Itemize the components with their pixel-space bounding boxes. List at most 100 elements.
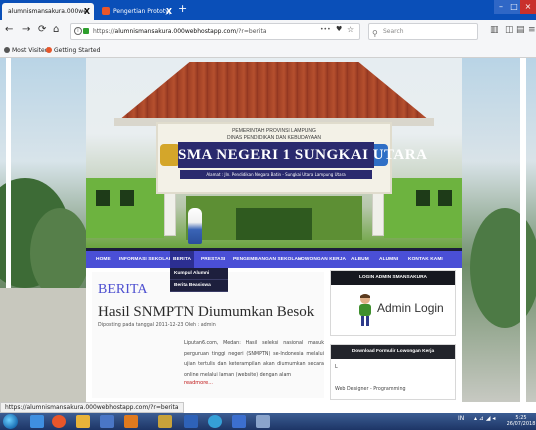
start-button[interactable] [3, 414, 18, 429]
status-link-preview: https://alumnismansakura.000webhostapp.c… [0, 402, 184, 413]
tab-prototyping[interactable]: Pengertian Prototyping Model X [96, 3, 176, 20]
main-content: BERITA Hasil SNMPTN Diumumkan Besok Dipo… [86, 268, 462, 402]
widget-heading: Download Formulir Lowongan Kerja [331, 345, 455, 359]
school-header-image: PEMERINTAH PROVINSI LAMPUNG DINAS PENDID… [86, 58, 462, 248]
menu-item-alumni[interactable]: ALUMNI [379, 251, 398, 268]
system-clock[interactable]: 5:25 26/07/2018 [506, 415, 536, 427]
berita-dropdown: Kumpul Alumni Berita Beasiswa [170, 268, 228, 292]
search-input[interactable]: ⚲ Search [368, 23, 478, 40]
app-icon[interactable] [232, 415, 246, 428]
close-window-button[interactable]: × [520, 0, 536, 14]
explorer-icon[interactable] [256, 415, 270, 428]
new-tab-button[interactable]: + [178, 2, 187, 15]
pocket-icon[interactable]: ♥ [336, 25, 342, 33]
post-title[interactable]: Hasil SNMPTN Diumumkan Besok [98, 304, 314, 321]
firefox-icon [46, 46, 52, 53]
bookmark-star-icon[interactable]: ☆ [347, 25, 354, 34]
sign-line-1: PEMERINTAH PROVINSI LAMPUNG [232, 128, 316, 134]
url-host: alumnismansakura.000webhostapp.com [114, 28, 237, 35]
word-icon[interactable] [184, 415, 198, 428]
search-placeholder: Search [383, 28, 404, 35]
dropdown-item-berita-beasiswa[interactable]: Berita Beasiswa [170, 280, 228, 292]
vacancy-widget: Download Formulir Lowongan Kerja L Web D… [330, 344, 456, 400]
readmore-link[interactable]: readmore... [184, 380, 213, 386]
section-title: BERITA [98, 282, 148, 297]
school-name: SMA NEGERI 1 SUNGKAI UTARA [178, 142, 427, 168]
main-menu: HOME INFORMASI SEKOLAH BERITA PRESTASI P… [86, 248, 462, 268]
home-icon[interactable]: ⌂ [53, 24, 59, 35]
url-bar[interactable]: i https://alumnismansakura.000webhostapp… [70, 23, 360, 40]
menu-item-lowongan-kerja[interactable]: LOWONGAN KERJA [298, 251, 346, 268]
windows-taskbar: IN ▴ ⊿ ◢ ◂ 5:25 26/07/2018 [0, 413, 536, 430]
dropdown-item-kumpul-alumni[interactable]: Kumpul Alumni [170, 268, 228, 280]
screen: alumnismansakura.000webhostapp.c X Penge… [0, 0, 536, 430]
folder-icon[interactable] [76, 415, 90, 428]
login-widget: LOGIN ADMIN SMANSAKURA Admin Login [330, 270, 456, 336]
window-shape [416, 190, 430, 206]
ground-shape [0, 288, 86, 402]
person-figure [188, 208, 202, 244]
admin-login-link[interactable]: Admin Login [377, 301, 444, 315]
reader-icon[interactable]: ▤ [516, 25, 525, 35]
media-icon[interactable] [100, 415, 114, 428]
player-icon[interactable] [124, 415, 138, 428]
browser-icon[interactable] [208, 415, 222, 428]
paint-icon[interactable] [158, 415, 172, 428]
school-address: Alamat : Jln. Pendidikan Negara Batin - … [180, 170, 372, 179]
menu-item-kontak-kami[interactable]: KONTAK KAMI [408, 251, 443, 268]
bookmark-label: Getting Started [54, 47, 101, 54]
post-meta: Diposting pada tanggal 2011-12-23 Oleh :… [98, 323, 216, 328]
menu-item-berita[interactable]: BERITA [170, 251, 195, 268]
browser-tab-bar: alumnismansakura.000webhostapp.c X Penge… [0, 0, 536, 20]
menu-item-album[interactable]: ALBUM [351, 251, 369, 268]
bookmark-most-visited[interactable]: Most Visited [4, 44, 49, 58]
browser-toolbar: ← → ⟳ ⌂ i https://alumnismansakura.000we… [0, 20, 536, 44]
library-icon[interactable]: ▥ [490, 25, 499, 35]
menu-item-prestasi[interactable]: PRESTASI [201, 251, 225, 268]
school-sign: PEMERINTAH PROVINSI LAMPUNG DINAS PENDID… [156, 122, 427, 194]
vacancy-item[interactable]: Web Designer - Programming [335, 387, 406, 392]
tray-icons[interactable]: ▴ ⊿ ◢ ◂ [474, 415, 495, 422]
bookmarks-bar: Most Visited Getting Started [0, 44, 536, 58]
gate-opening-shape [236, 208, 312, 240]
building-shape [86, 178, 164, 238]
menu-item-home[interactable]: HOME [96, 251, 111, 268]
roof-shape [119, 62, 429, 120]
bookmark-getting-started[interactable]: Getting Started [46, 44, 100, 58]
tab-favicon-icon [102, 6, 110, 15]
pillar-shape [520, 58, 526, 402]
web-page: PEMERINTAH PROVINSI LAMPUNG DINAS PENDID… [0, 58, 536, 402]
sign-line-2: DINAS PENDIDIKAN DAN KEBUDAYAAN [226, 135, 321, 141]
bookmark-label: Most Visited [12, 47, 49, 54]
province-emblem-icon [160, 144, 180, 166]
back-arrow-icon[interactable]: ← [5, 24, 13, 35]
window-shape [438, 190, 452, 206]
ie-icon[interactable] [30, 415, 44, 428]
tab-close-icon[interactable]: X [84, 3, 90, 20]
tree-shape [30, 208, 90, 298]
menu-hamburger-icon[interactable]: ≡ [528, 25, 536, 35]
reload-icon[interactable]: ⟳ [38, 24, 46, 35]
sidebar-icon[interactable]: ◫ [505, 25, 514, 35]
gear-icon [4, 46, 10, 53]
info-icon[interactable]: i [74, 27, 82, 35]
language-indicator[interactable]: IN [458, 415, 464, 422]
admin-user-icon [359, 294, 371, 326]
clock-date: 26/07/2018 [506, 421, 536, 427]
search-icon: ⚲ [372, 29, 378, 38]
vacancy-item-partial[interactable]: L [335, 365, 338, 370]
tab-close-icon[interactable]: X [166, 3, 172, 20]
forward-arrow-icon[interactable]: → [22, 24, 30, 35]
tab-alumni[interactable]: alumnismansakura.000webhostapp.c X [2, 3, 94, 20]
background-photo-right [462, 58, 536, 402]
tab-title: alumnismansakura.000webhostapp.c [8, 8, 86, 15]
menu-item-pengembangan-sekolah[interactable]: PENGEMBANGAN SEKOLAH [233, 251, 302, 268]
minimize-button[interactable]: – [494, 0, 508, 14]
post-body: Liputan6.com, Medan: Hasil seleksi nasio… [184, 341, 324, 378]
page-actions-icon[interactable]: ••• [320, 26, 331, 33]
window-shape [96, 190, 110, 206]
firefox-icon[interactable] [52, 415, 66, 428]
menu-item-informasi-sekolah[interactable]: INFORMASI SEKOLAH [119, 251, 172, 268]
lock-icon [83, 28, 89, 34]
maximize-button[interactable]: □ [508, 0, 520, 14]
